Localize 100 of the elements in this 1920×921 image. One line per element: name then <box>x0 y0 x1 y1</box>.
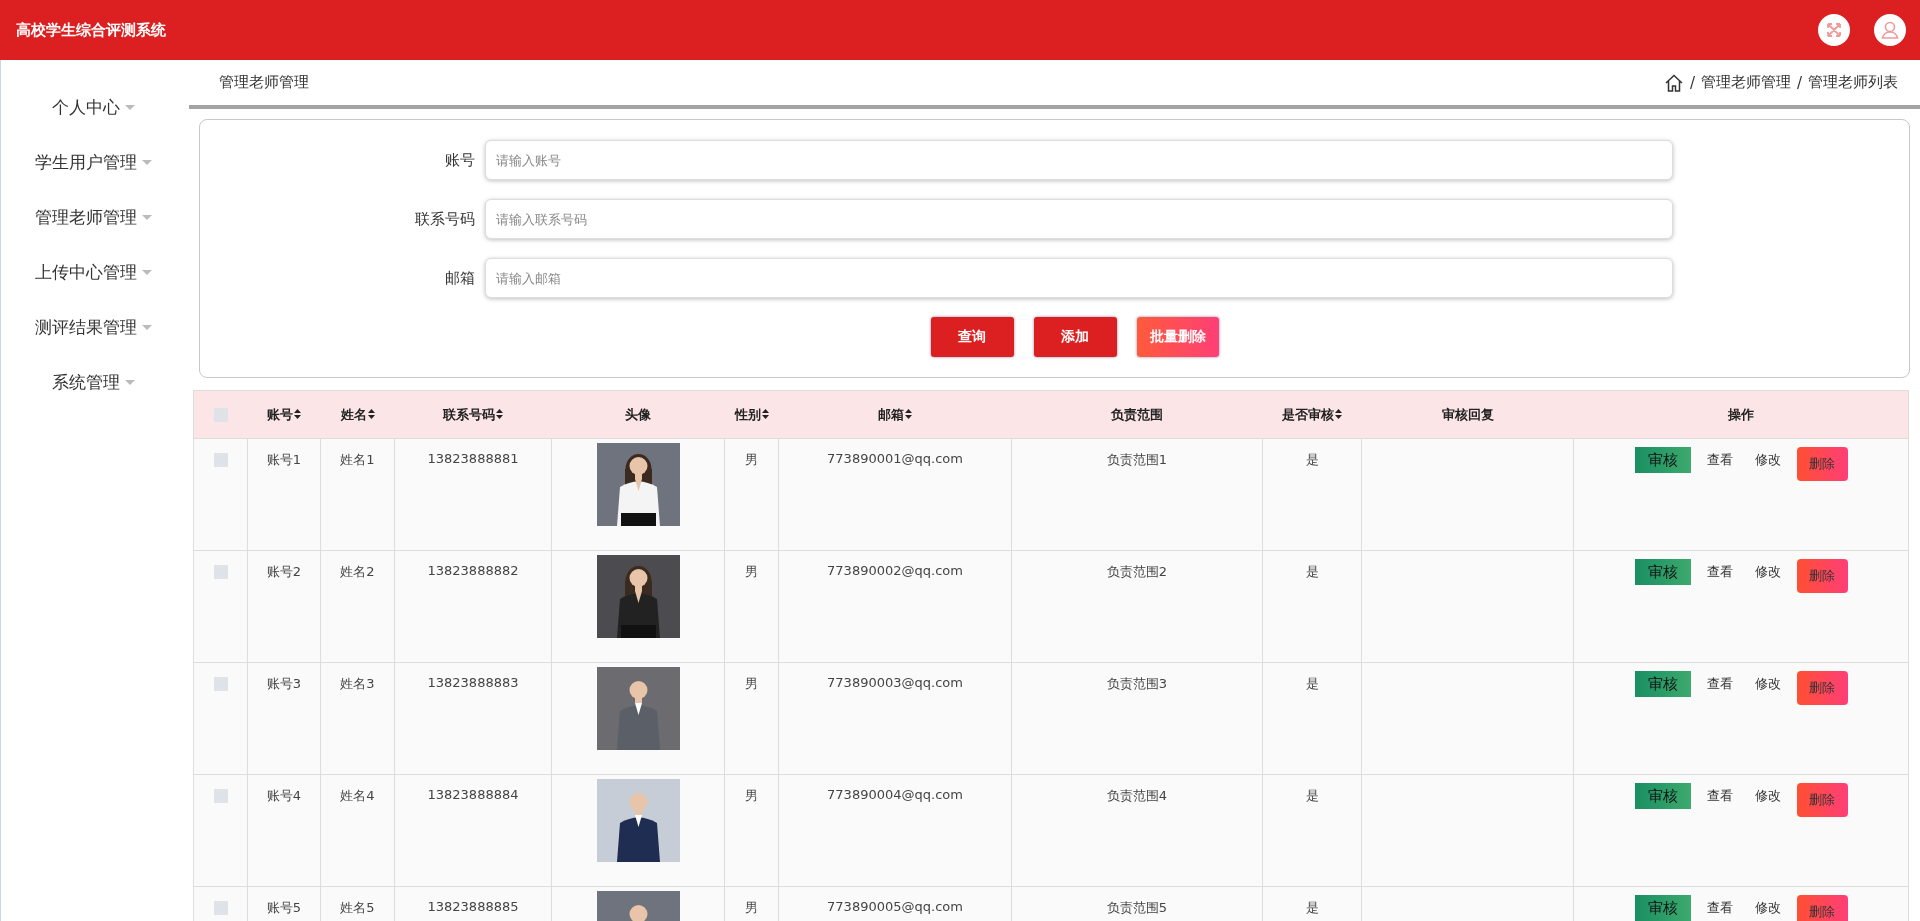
checkbox[interactable] <box>213 564 228 579</box>
column-header[interactable]: 是否审核 <box>1282 406 1334 422</box>
table-cell: 姓名5 <box>340 900 375 915</box>
table-cell: 负责范围4 <box>1106 788 1168 803</box>
table-cell: 是 <box>1305 788 1319 803</box>
caret-icon <box>141 325 152 330</box>
field-label: 邮箱 <box>444 268 476 288</box>
sort-icon[interactable] <box>1335 408 1342 419</box>
action-link[interactable]: 查看 <box>1700 559 1739 585</box>
column-header[interactable]: 性别 <box>734 406 761 422</box>
action-link[interactable]: 查看 <box>1700 447 1739 473</box>
column-header[interactable]: 联系号码 <box>443 406 495 422</box>
action-link[interactable]: 修改 <box>1748 447 1787 473</box>
column-header[interactable]: 姓名 <box>340 406 367 422</box>
breadcrumb-separator: / <box>1689 73 1695 92</box>
table-cell: 男 <box>745 452 758 467</box>
table-cell: 是 <box>1305 900 1319 915</box>
action-link[interactable]: 查看 <box>1700 895 1739 921</box>
table-cell: 账号1 <box>266 452 302 467</box>
input-field[interactable]: 请输入邮箱 <box>485 258 1673 298</box>
table-cell: 负责范围1 <box>1106 452 1168 467</box>
sidebar-item[interactable]: 个人中心 <box>1 80 185 135</box>
caret-icon <box>141 215 152 220</box>
action-link[interactable]: 查看 <box>1700 783 1739 809</box>
delete-button[interactable]: 删除 <box>1796 895 1848 921</box>
sort-icon[interactable] <box>496 408 503 419</box>
table-cell: 13823888881 <box>427 451 519 466</box>
column-header: 负责范围 <box>1111 406 1163 422</box>
delete-button[interactable]: 删除 <box>1796 671 1848 705</box>
checkbox[interactable] <box>213 788 228 803</box>
review-button[interactable]: 审核 <box>1634 895 1691 921</box>
sort-icon[interactable] <box>905 408 912 419</box>
action-link[interactable]: 修改 <box>1748 671 1787 697</box>
caret-icon <box>141 160 152 165</box>
table-cell: 姓名1 <box>340 452 375 467</box>
table-cell: 负责范围3 <box>1106 676 1168 691</box>
column-header: 审核回复 <box>1441 406 1494 422</box>
table-cell: 773890003@qq.com <box>827 675 963 690</box>
table-cell: 账号4 <box>266 788 302 803</box>
table-cell: 13823888882 <box>427 563 519 578</box>
caret-icon <box>124 380 135 385</box>
table-cell: 负责范围5 <box>1106 900 1168 915</box>
action-link[interactable]: 修改 <box>1748 783 1787 809</box>
table-cell: 姓名2 <box>340 564 375 579</box>
table-cell: 男 <box>745 564 758 579</box>
action-link[interactable]: 修改 <box>1748 895 1787 921</box>
review-button[interactable]: 审核 <box>1634 559 1691 585</box>
table-cell: 姓名3 <box>340 676 375 691</box>
table-cell: 773890001@qq.com <box>827 451 963 466</box>
user-icon[interactable] <box>1874 14 1906 46</box>
table-cell: 是 <box>1305 452 1319 467</box>
action-link[interactable]: 查看 <box>1700 671 1739 697</box>
input-field[interactable]: 请输入账号 <box>485 140 1673 180</box>
page-title: 管理老师管理 <box>219 73 309 92</box>
breadcrumb-separator: / <box>1796 73 1802 92</box>
table-cell: 男 <box>745 788 758 803</box>
caret-icon <box>124 105 135 110</box>
app-title: 高校学生综合评测系统 <box>16 20 166 40</box>
fullscreen-icon[interactable] <box>1818 14 1850 46</box>
table-cell: 男 <box>745 676 758 691</box>
delete-button[interactable]: 删除 <box>1796 559 1848 593</box>
sort-icon[interactable] <box>367 408 375 419</box>
sidebar-item[interactable]: 上传中心管理 <box>1 245 185 300</box>
field-label: 联系号码 <box>414 209 476 229</box>
table-cell: 账号3 <box>266 676 302 691</box>
breadcrumb-item[interactable]: 管理老师管理 <box>1700 73 1791 92</box>
table-cell: 负责范围2 <box>1106 564 1168 579</box>
review-button[interactable]: 审核 <box>1634 447 1691 473</box>
table-cell: 773890002@qq.com <box>827 563 963 578</box>
sidebar-item[interactable]: 管理老师管理 <box>1 190 185 245</box>
table-cell: 姓名4 <box>340 788 375 803</box>
sort-icon[interactable] <box>294 408 301 419</box>
checkbox[interactable] <box>213 676 228 691</box>
checkbox[interactable] <box>213 408 228 423</box>
sort-icon[interactable] <box>761 408 769 419</box>
column-header[interactable]: 邮箱 <box>878 406 904 422</box>
action-link[interactable]: 修改 <box>1748 559 1787 585</box>
review-button[interactable]: 审核 <box>1634 671 1691 697</box>
home-icon[interactable] <box>1663 72 1684 93</box>
table-cell: 773890004@qq.com <box>827 787 963 802</box>
field-label: 账号 <box>444 150 476 170</box>
column-header[interactable]: 账号 <box>267 406 293 422</box>
action-button[interactable]: 查询 <box>930 317 1014 357</box>
table-cell: 账号5 <box>266 900 302 915</box>
table-cell: 13823888885 <box>427 899 519 914</box>
checkbox[interactable] <box>213 900 228 915</box>
table-cell: 男 <box>745 900 758 915</box>
sidebar-item[interactable]: 测评结果管理 <box>1 300 185 355</box>
action-button[interactable]: 添加 <box>1033 317 1117 357</box>
caret-icon <box>141 270 152 275</box>
delete-button[interactable]: 删除 <box>1796 783 1848 817</box>
sidebar-item[interactable]: 学生用户管理 <box>1 135 185 190</box>
table-cell: 账号2 <box>266 564 302 579</box>
column-header: 操作 <box>1727 406 1754 422</box>
sidebar-item[interactable]: 系统管理 <box>1 355 185 410</box>
table-cell: 是 <box>1305 564 1319 579</box>
input-field[interactable]: 请输入联系号码 <box>485 199 1673 239</box>
checkbox[interactable] <box>213 452 228 467</box>
review-button[interactable]: 审核 <box>1634 783 1691 809</box>
delete-button[interactable]: 删除 <box>1796 447 1848 481</box>
